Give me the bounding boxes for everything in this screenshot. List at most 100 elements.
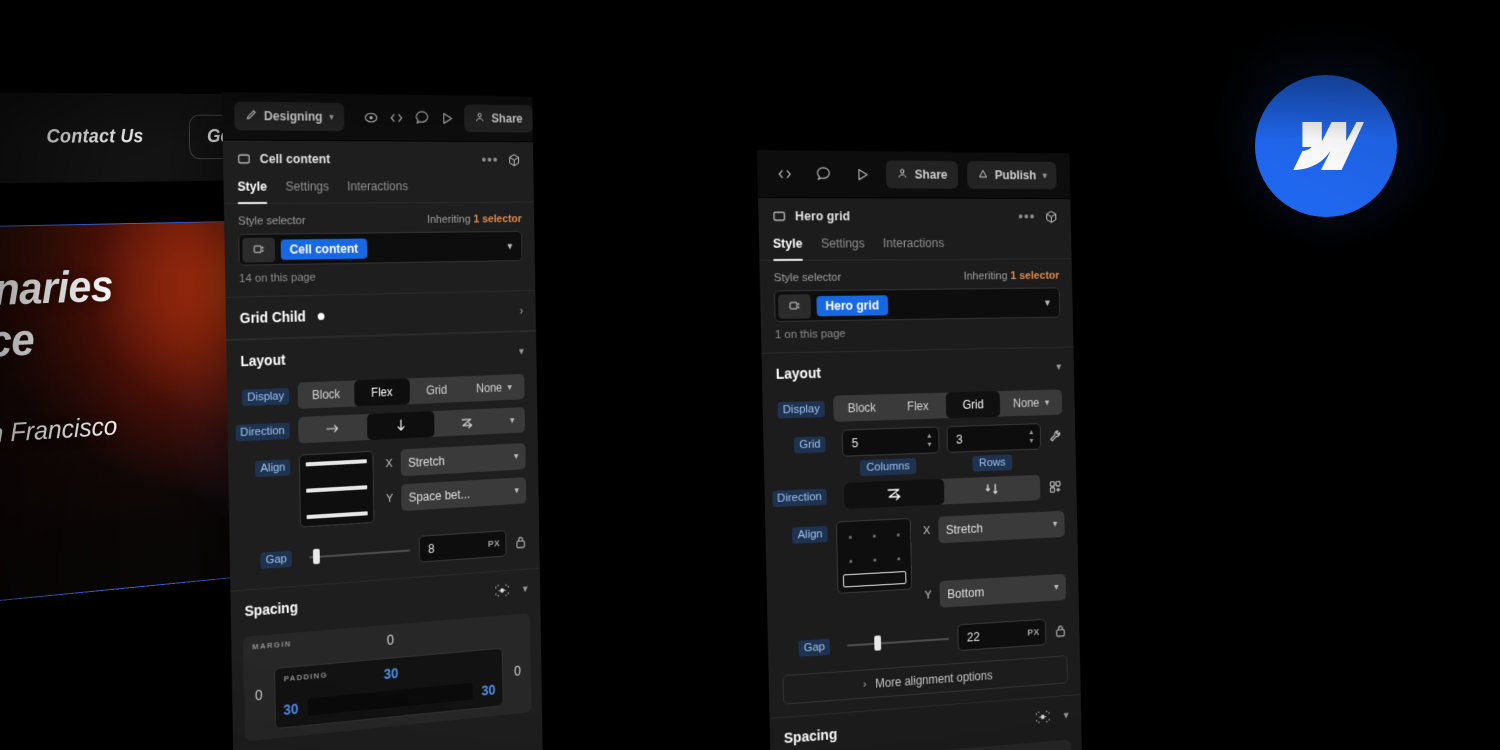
gap-value-input-1[interactable]: 8 PX bbox=[419, 530, 507, 563]
stepper-down-icon[interactable]: ▼ bbox=[1028, 437, 1034, 444]
mode-designing-dropdown[interactable]: Designing ▾ bbox=[234, 101, 344, 131]
display-option-flex[interactable]: Flex bbox=[890, 393, 946, 420]
grid-rows-stepper[interactable]: ▲ ▼ bbox=[1028, 429, 1035, 445]
display-segmented-control-2[interactable]: Block Flex Grid None ▾ bbox=[833, 389, 1062, 421]
chevron-right-icon[interactable]: › bbox=[520, 304, 524, 318]
publish-button[interactable]: Publish ▾ bbox=[967, 161, 1057, 189]
margin-right-value[interactable]: 0 bbox=[514, 663, 521, 679]
direction-label[interactable]: Direction bbox=[235, 423, 290, 442]
package-icon[interactable] bbox=[507, 152, 521, 167]
tab-style[interactable]: Style bbox=[773, 237, 803, 260]
align-y-dropdown-2[interactable]: Bottom ▾ bbox=[939, 574, 1066, 608]
selector-chip[interactable]: Cell content bbox=[281, 238, 367, 259]
align-label[interactable]: Align bbox=[255, 459, 290, 477]
play-icon[interactable] bbox=[439, 104, 455, 132]
grid-columns-sublabel[interactable]: Columns bbox=[860, 458, 917, 476]
wrench-icon[interactable] bbox=[1048, 428, 1063, 444]
spacing-target-icon[interactable] bbox=[1034, 709, 1052, 725]
tab-style[interactable]: Style bbox=[237, 179, 267, 203]
share-button[interactable]: Share bbox=[464, 104, 533, 132]
align-preview-flex[interactable] bbox=[299, 451, 375, 528]
direction-option-row-icon[interactable] bbox=[844, 479, 944, 509]
padding-top-value[interactable]: 30 bbox=[384, 665, 399, 682]
share-button[interactable]: Share bbox=[886, 160, 958, 188]
package-icon[interactable] bbox=[1044, 209, 1058, 224]
gap-label[interactable]: Gap bbox=[261, 550, 292, 568]
lock-icon[interactable] bbox=[514, 534, 527, 549]
tab-interactions[interactable]: Interactions bbox=[347, 179, 408, 202]
align-y-dropdown-1[interactable]: Space bet... ▾ bbox=[401, 477, 526, 511]
code-icon[interactable] bbox=[388, 103, 404, 131]
eye-icon[interactable] bbox=[363, 103, 379, 131]
direction-option-column-icon[interactable] bbox=[943, 475, 1040, 505]
selector-input-1[interactable]: Cell content ▾ bbox=[238, 231, 522, 266]
tab-interactions[interactable]: Interactions bbox=[883, 236, 945, 259]
gap-value-input-2[interactable]: 22 PX bbox=[957, 619, 1046, 651]
lock-icon[interactable] bbox=[1054, 623, 1067, 638]
spacing-target-icon[interactable] bbox=[494, 582, 511, 598]
more-options-icon[interactable]: ••• bbox=[1018, 208, 1035, 225]
direction-dropdown-chevron[interactable]: ▾ bbox=[499, 407, 525, 434]
selector-state-icon[interactable] bbox=[242, 237, 275, 262]
padding-right-value[interactable]: 30 bbox=[481, 681, 495, 698]
comment-icon[interactable] bbox=[413, 104, 430, 132]
chevron-down-icon[interactable]: ▾ bbox=[1045, 296, 1057, 309]
nav-link-contact-us[interactable]: Contact Us bbox=[46, 126, 143, 148]
padding-left-value[interactable]: 30 bbox=[283, 700, 298, 718]
code-icon[interactable] bbox=[769, 159, 799, 188]
display-option-grid[interactable]: Grid bbox=[945, 391, 1000, 418]
grid-columns-input[interactable]: 5 ▲ ▼ bbox=[842, 426, 940, 456]
selector-input-2[interactable]: Hero grid ▾ bbox=[774, 287, 1060, 322]
chevron-down-icon[interactable]: ▾ bbox=[507, 240, 518, 253]
spacing-widget-1[interactable]: MARGIN 0 0 PADDING 30 30 30 0 bbox=[243, 613, 531, 741]
margin-top-value[interactable]: 0 bbox=[387, 631, 395, 648]
more-options-icon[interactable]: ••• bbox=[481, 151, 498, 168]
chevron-down-icon[interactable]: ▾ bbox=[1056, 360, 1061, 373]
margin-box[interactable]: MARGIN 0 0 PADDING 30 30 30 0 bbox=[243, 613, 531, 741]
chevron-down-icon[interactable]: ▾ bbox=[519, 345, 524, 358]
align-x-dropdown-2[interactable]: Stretch ▾ bbox=[938, 511, 1065, 544]
stepper-up-icon[interactable]: ▲ bbox=[926, 432, 933, 439]
display-option-block[interactable]: Block bbox=[298, 380, 355, 409]
direction-option-row-icon[interactable] bbox=[298, 414, 367, 443]
gap-label[interactable]: Gap bbox=[799, 638, 830, 656]
direction-label[interactable]: Direction bbox=[772, 489, 827, 508]
inheriting-count[interactable]: 1 selector bbox=[1010, 270, 1059, 282]
align-label[interactable]: Align bbox=[792, 526, 827, 544]
chevron-down-icon[interactable]: ▾ bbox=[507, 382, 512, 393]
selector-chip[interactable]: Hero grid bbox=[816, 295, 887, 316]
chevron-down-icon[interactable]: ▾ bbox=[523, 582, 528, 595]
grid-label[interactable]: Grid bbox=[794, 436, 825, 453]
comment-icon[interactable] bbox=[808, 160, 838, 188]
display-option-flex[interactable]: Flex bbox=[354, 378, 410, 406]
align-x-dropdown-1[interactable]: Stretch ▾ bbox=[400, 443, 525, 476]
direction-option-wrap-icon[interactable] bbox=[434, 408, 500, 437]
display-option-block[interactable]: Block bbox=[833, 394, 890, 422]
inheriting-count[interactable]: 1 selector bbox=[473, 213, 522, 225]
display-option-grid[interactable]: Grid bbox=[409, 376, 464, 404]
gap-slider-knob[interactable] bbox=[874, 635, 881, 650]
display-label[interactable]: Display bbox=[778, 401, 825, 419]
tab-settings[interactable]: Settings bbox=[821, 236, 865, 259]
stepper-down-icon[interactable]: ▼ bbox=[926, 441, 933, 448]
gap-slider-knob[interactable] bbox=[313, 549, 320, 565]
chevron-down-icon[interactable]: ▾ bbox=[1063, 709, 1068, 722]
publish-button[interactable]: Publish ▾ bbox=[541, 105, 543, 133]
gap-slider-1[interactable] bbox=[309, 540, 411, 567]
padding-box[interactable]: PADDING 30 30 30 bbox=[274, 648, 504, 730]
display-label[interactable]: Display bbox=[242, 388, 289, 406]
display-option-none[interactable]: None ▾ bbox=[1000, 389, 1062, 416]
grid-rows-input[interactable]: 3 ▲ ▼ bbox=[946, 423, 1041, 453]
margin-left-value[interactable]: 0 bbox=[255, 686, 263, 703]
tab-settings[interactable]: Settings bbox=[285, 179, 329, 202]
selector-state-icon[interactable] bbox=[778, 294, 811, 319]
direction-segmented-control-2[interactable] bbox=[844, 475, 1041, 509]
add-area-icon[interactable] bbox=[1048, 479, 1064, 495]
gap-slider-2[interactable] bbox=[847, 628, 949, 655]
align-preview-grid[interactable] bbox=[836, 518, 912, 594]
stepper-up-icon[interactable]: ▲ bbox=[1028, 429, 1034, 436]
chevron-down-icon[interactable]: ▾ bbox=[1045, 397, 1050, 408]
grid-rows-sublabel[interactable]: Rows bbox=[972, 454, 1012, 471]
grid-columns-stepper[interactable]: ▲ ▼ bbox=[926, 432, 933, 448]
display-option-none[interactable]: None ▾ bbox=[463, 374, 524, 402]
